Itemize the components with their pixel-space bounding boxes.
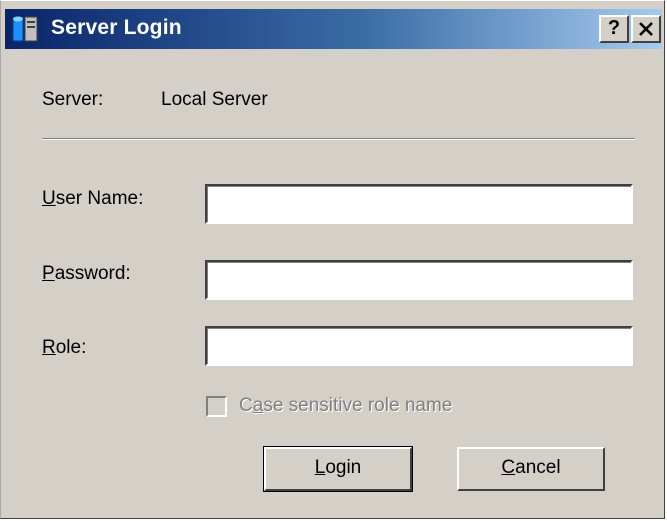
cancel-accel: C [501, 457, 516, 478]
user-name-input[interactable] [205, 184, 633, 224]
server-label: Server: [42, 89, 104, 110]
user-name-label: User Name: [42, 188, 143, 210]
case-sensitive-checkbox[interactable] [206, 396, 227, 417]
password-input[interactable] [205, 260, 633, 300]
role-input[interactable] [205, 326, 633, 366]
login-accel: L [314, 457, 326, 478]
cancel-button[interactable]: Cancel [457, 447, 605, 491]
server-icon [12, 16, 38, 42]
role-accel: R [42, 337, 56, 358]
password-label-text: assword: [54, 263, 131, 284]
case-sensitive-label-text: se sensitive role name [263, 395, 453, 416]
case-sensitive-label: Case sensitive role name [239, 395, 452, 417]
login-button[interactable]: Login [263, 446, 413, 492]
separator [42, 138, 635, 140]
role-label: Role: [42, 337, 86, 359]
title-bar[interactable]: Server Login ? [5, 9, 662, 49]
window-title: Server Login [51, 16, 182, 39]
help-button[interactable]: ? [599, 15, 629, 43]
case-sensitive-label-pre: C [239, 395, 253, 416]
cancel-label-text: ancel [515, 457, 561, 478]
close-icon [639, 22, 653, 36]
server-login-dialog: Server Login ? Server: Local Server User… [0, 0, 665, 519]
case-sensitive-accel: a [252, 395, 264, 416]
password-accel: P [42, 263, 55, 284]
close-button[interactable] [631, 15, 661, 43]
server-value: Local Server [161, 89, 268, 110]
login-label-text: ogin [325, 457, 362, 478]
user-name-label-text: ser Name: [55, 188, 144, 209]
password-label: Password: [42, 263, 131, 285]
user-name-accel: U [42, 188, 56, 209]
role-label-text: ole: [55, 337, 87, 358]
